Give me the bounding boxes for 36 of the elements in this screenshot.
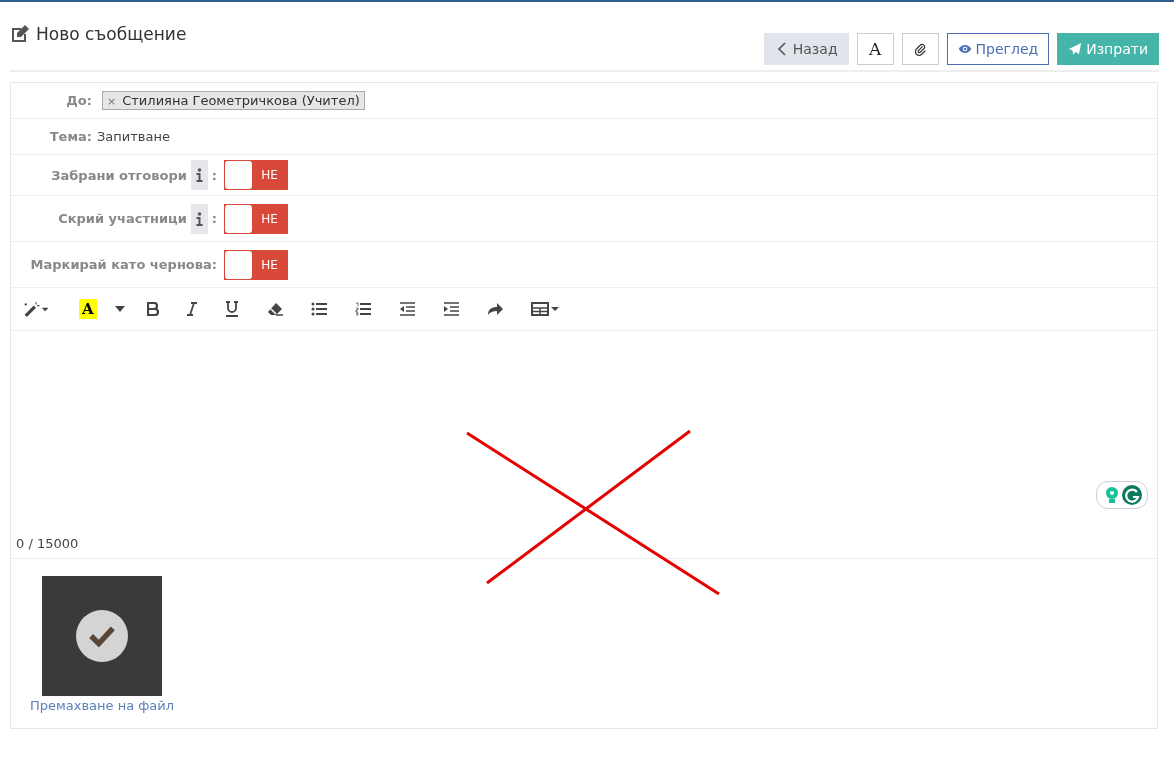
outdent-icon[interactable] xyxy=(398,299,415,319)
underline-icon[interactable] xyxy=(224,299,239,319)
grammar-assistant-widget[interactable] xyxy=(1096,481,1148,509)
back-button[interactable]: Назад xyxy=(763,33,849,65)
recipient-tag[interactable]: × Стилияна Геометричкова (Учител) xyxy=(102,91,365,110)
paper-plane-icon xyxy=(1068,42,1083,56)
field-label: Забрани отговори xyxy=(51,167,187,183)
colon: : xyxy=(211,167,217,183)
preview-button[interactable]: Преглед xyxy=(946,33,1050,65)
field-label: Маркирай като чернова: xyxy=(30,257,217,272)
toggle-switch[interactable]: НЕ xyxy=(224,203,288,234)
info-icon[interactable] xyxy=(190,160,208,190)
eye-icon xyxy=(957,42,972,56)
highlight-button[interactable]: A xyxy=(79,299,97,319)
bold-icon[interactable] xyxy=(146,299,159,319)
field-label: До: xyxy=(65,93,92,108)
colon: : xyxy=(211,211,217,226)
remove-file-link[interactable]: Премахване на файл xyxy=(29,698,175,713)
indent-icon[interactable] xyxy=(442,299,459,319)
edit-icon xyxy=(10,24,30,44)
numbered-list-icon[interactable] xyxy=(354,299,371,319)
font-button[interactable]: A xyxy=(856,33,894,65)
field-label: Скрий участници xyxy=(58,211,187,226)
field-label: Тема: xyxy=(48,129,92,144)
info-icon[interactable] xyxy=(190,203,208,234)
toggle-switch[interactable]: НЕ xyxy=(224,249,288,280)
page-title: Ново съобщение xyxy=(36,24,187,44)
italic-icon[interactable] xyxy=(186,299,197,319)
character-counter: 0 / 15000 xyxy=(16,536,79,551)
subject-value: Запитване xyxy=(97,129,170,144)
paperclip-icon xyxy=(913,42,928,56)
attach-button[interactable] xyxy=(901,33,939,65)
remove-mark[interactable]: × xyxy=(107,95,117,108)
table-icon[interactable] xyxy=(530,299,559,319)
send-button[interactable]: Изпрати xyxy=(1057,33,1159,65)
toggle-switch[interactable]: НЕ xyxy=(224,160,288,190)
